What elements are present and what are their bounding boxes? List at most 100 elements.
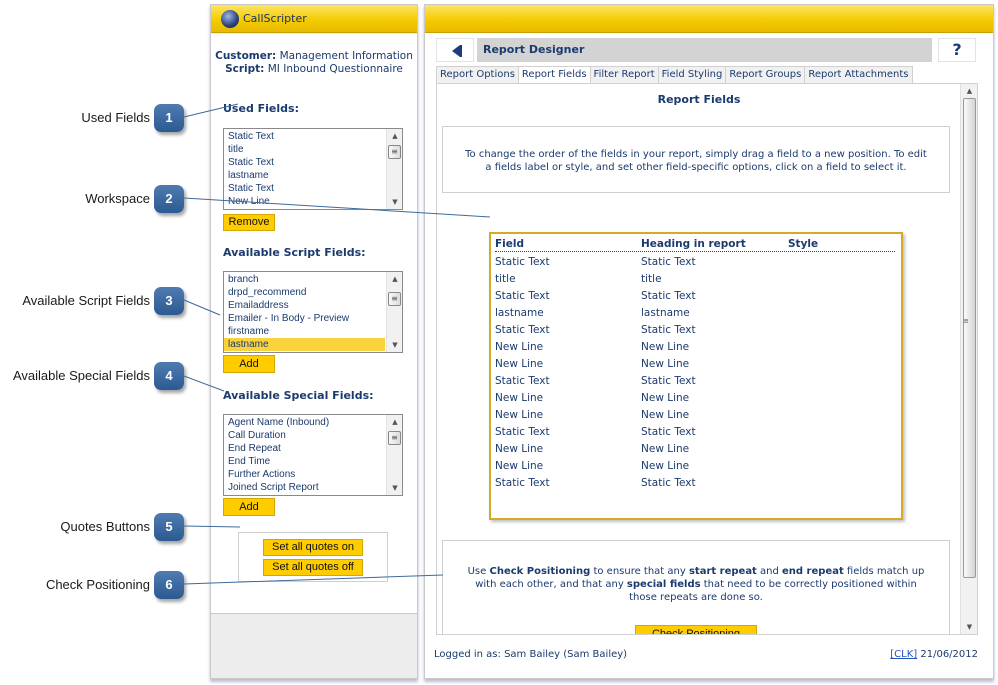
cell-field: Static Text: [495, 477, 550, 489]
available-special-fields-list[interactable]: Agent Name (Inbound) Call Duration End R…: [223, 414, 403, 496]
check-text: Use Check Positioning to ensure that any…: [467, 566, 925, 603]
script-value: MI Inbound Questionnaire: [267, 63, 403, 75]
callout-label-available-special-fields: Available Special Fields: [12, 368, 150, 383]
workspace-row[interactable]: Static Text Static Text: [495, 477, 895, 494]
workspace-row[interactable]: New Line New Line: [495, 392, 895, 409]
check-positioning-button[interactable]: Check Positioning: [635, 625, 757, 634]
scroll-up-icon[interactable]: ▲: [961, 84, 977, 98]
help-button[interactable]: ?: [938, 38, 976, 62]
scroll-thumb[interactable]: [963, 98, 976, 578]
list-item[interactable]: Emailer - In Body - Preview: [224, 312, 385, 325]
tab-field-styling[interactable]: Field Styling: [657, 66, 726, 84]
list-item[interactable]: Emailaddress: [224, 299, 385, 312]
cell-heading: Static Text: [641, 375, 696, 387]
logged-in-text: Logged in as: Sam Bailey (Sam Bailey): [434, 649, 628, 660]
workspace-row[interactable]: New Line New Line: [495, 409, 895, 426]
list-item[interactable]: End Repeat: [224, 442, 385, 455]
list-item[interactable]: title: [224, 143, 385, 156]
cell-heading: New Line: [641, 443, 690, 455]
list-item[interactable]: Call Duration: [224, 429, 385, 442]
list-item[interactable]: Joined Script Report: [224, 481, 385, 494]
workspace-row[interactable]: Static Text Static Text: [495, 290, 895, 307]
cell-heading: title: [641, 273, 662, 285]
list-item[interactable]: Static Text: [224, 156, 385, 169]
available-script-fields-list[interactable]: branch drpd_recommend Emailaddress Email…: [223, 271, 403, 353]
workspace-row[interactable]: New Line New Line: [495, 341, 895, 358]
tab-report-attachments[interactable]: Report Attachments: [804, 66, 913, 84]
left-panel: CallScripter Customer: Management Inform…: [210, 4, 418, 679]
callout-badge-5: 5: [154, 513, 184, 541]
scroll-up-icon[interactable]: ▲: [387, 272, 402, 286]
workspace-row[interactable]: title title: [495, 273, 895, 290]
tab-bar: Report Options Report Fields Filter Repo…: [436, 66, 913, 84]
brand-name: CallScripter: [243, 12, 307, 25]
quotes-buttons-group: Set all quotes on Set all quotes off: [238, 532, 388, 582]
check-positioning-box: Use Check Positioning to ensure that any…: [442, 540, 950, 634]
workspace[interactable]: Field Heading in report Style Static Tex…: [489, 232, 903, 520]
tab-filter-report[interactable]: Filter Report: [589, 66, 658, 84]
list-item[interactable]: Further Actions: [224, 468, 385, 481]
workspace-row[interactable]: New Line New Line: [495, 460, 895, 477]
callout-label-used-fields: Used Fields: [81, 110, 150, 125]
instructions-text: To change the order of the fields in you…: [465, 149, 927, 173]
callout-badge-6: 6: [154, 571, 184, 599]
available-script-fields-title: Available Script Fields:: [223, 246, 366, 259]
list-item-selected[interactable]: lastname: [224, 338, 385, 351]
workspace-row[interactable]: New Line New Line: [495, 358, 895, 375]
cell-field: title: [495, 273, 516, 285]
used-fields-list[interactable]: Static Text title Static Text lastname S…: [223, 128, 403, 210]
scroll-thumb[interactable]: ≡: [388, 431, 401, 445]
list-item[interactable]: lastname: [224, 169, 385, 182]
available-special-fields-title: Available Special Fields:: [223, 389, 374, 402]
callout-badge-3: 3: [154, 287, 184, 315]
scroll-down-icon[interactable]: ▼: [387, 481, 402, 495]
list-item[interactable]: Agent Name (Inbound): [224, 416, 385, 429]
scroll-thumb[interactable]: ≡: [388, 292, 401, 306]
tab-report-options[interactable]: Report Options: [436, 66, 518, 84]
callout-label-check-positioning: Check Positioning: [45, 577, 150, 592]
workspace-row[interactable]: Static Text Static Text: [495, 375, 895, 392]
list-item[interactable]: Static Text: [224, 130, 385, 143]
used-fields-scrollbar[interactable]: ▲ ≡ ▼: [386, 129, 402, 209]
cell-field: New Line: [495, 358, 544, 370]
special-fields-scrollbar[interactable]: ▲ ≡ ▼: [386, 415, 402, 495]
clk-link[interactable]: [CLK]: [890, 649, 917, 660]
set-all-quotes-off-button[interactable]: Set all quotes off: [263, 559, 363, 576]
cell-field: Static Text: [495, 375, 550, 387]
list-item[interactable]: New Line: [224, 195, 385, 208]
cell-field: Static Text: [495, 290, 550, 302]
report-fields-panel: Report Fields To change the order of the…: [436, 83, 978, 635]
set-all-quotes-on-button[interactable]: Set all quotes on: [263, 539, 363, 556]
tab-report-groups[interactable]: Report Groups: [725, 66, 805, 84]
script-fields-scrollbar[interactable]: ▲ ≡ ▼: [386, 272, 402, 352]
workspace-row[interactable]: Static Text Static Text: [495, 324, 895, 341]
scroll-down-icon[interactable]: ▼: [387, 338, 402, 352]
tab-report-fields[interactable]: Report Fields: [517, 66, 590, 84]
add-script-field-button[interactable]: Add: [223, 355, 275, 373]
workspace-row[interactable]: lastname lastname: [495, 307, 895, 324]
remove-button[interactable]: Remove: [223, 214, 275, 231]
scroll-thumb[interactable]: ≡: [388, 145, 401, 159]
list-item[interactable]: drpd_recommend: [224, 286, 385, 299]
scroll-down-icon[interactable]: ▼: [961, 620, 977, 634]
main-scrollbar[interactable]: ▲ ≡ ▼: [960, 84, 977, 634]
scroll-up-icon[interactable]: ▲: [387, 415, 402, 429]
scroll-down-icon[interactable]: ▼: [387, 195, 402, 209]
workspace-row[interactable]: New Line New Line: [495, 443, 895, 460]
list-item[interactable]: branch: [224, 273, 385, 286]
callout-badge-1: 1: [154, 104, 184, 132]
back-button[interactable]: [436, 38, 474, 62]
add-special-field-button[interactable]: Add: [223, 498, 275, 516]
workspace-row[interactable]: Static Text Static Text: [495, 256, 895, 273]
callscripter-logo-icon: [221, 9, 239, 28]
list-item[interactable]: Static Text: [224, 182, 385, 195]
cell-heading: Static Text: [641, 324, 696, 336]
instructions-box: To change the order of the fields in you…: [442, 126, 950, 193]
list-item[interactable]: End Time: [224, 455, 385, 468]
list-item[interactable]: firstname: [224, 325, 385, 338]
workspace-row[interactable]: Static Text Static Text: [495, 426, 895, 443]
column-header-heading: Heading in report: [641, 238, 746, 250]
scroll-up-icon[interactable]: ▲: [387, 129, 402, 143]
right-panel: Report Designer ? Report Options Report …: [424, 4, 994, 679]
header-bar: [425, 5, 993, 33]
